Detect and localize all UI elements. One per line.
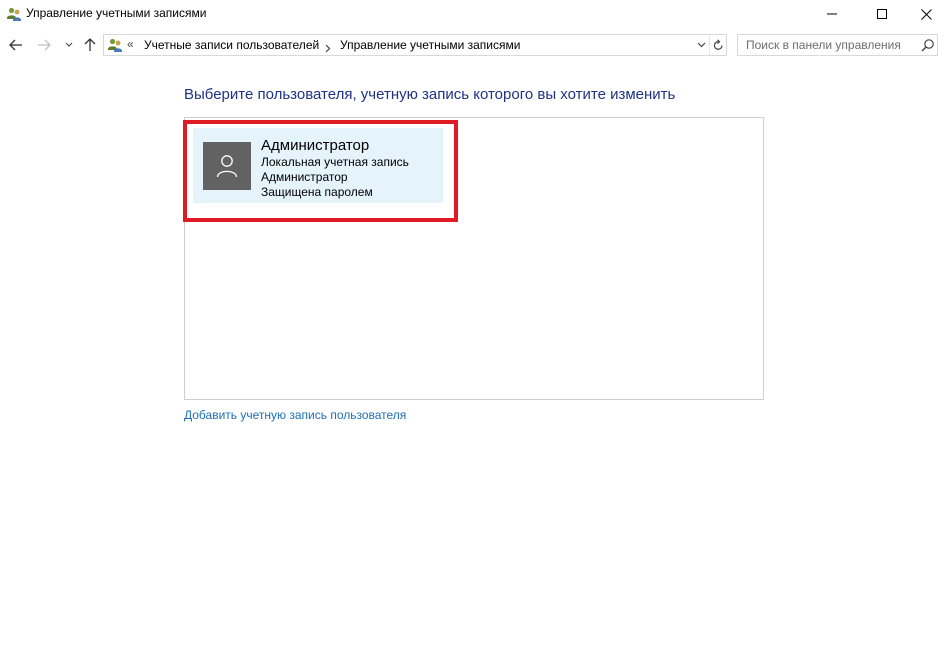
maximize-button[interactable]: [859, 0, 905, 28]
recent-locations-button[interactable]: [62, 35, 76, 55]
address-bar[interactable]: « Учетные записи пользователей Управлени…: [103, 34, 727, 56]
account-type: Локальная учетная запись: [261, 155, 409, 169]
refresh-button[interactable]: [709, 35, 726, 55]
chevron-down-icon: [65, 42, 73, 47]
search-box[interactable]: [737, 34, 938, 56]
search-icon[interactable]: [921, 38, 935, 52]
breadcrumb-manage-accounts[interactable]: Управление учетными записями: [340, 38, 520, 52]
page-heading: Выберите пользователя, учетную запись ко…: [184, 86, 676, 103]
account-role: Администратор: [261, 170, 348, 184]
search-input[interactable]: [738, 35, 918, 55]
refresh-icon: [713, 39, 723, 50]
address-dropdown-button[interactable]: [693, 35, 709, 55]
window-title: Управление учетными записями: [26, 6, 207, 20]
breadcrumb-user-accounts[interactable]: Учетные записи пользователей: [144, 38, 319, 52]
breadcrumb-overflow-button[interactable]: «: [127, 37, 134, 51]
account-tile-administrator[interactable]: Администратор Локальная учетная запись А…: [193, 128, 443, 203]
navigation-bar: « Учетные записи пользователей Управлени…: [0, 32, 949, 58]
control-panel-window: Управление учетными записями « Учетные з…: [0, 0, 949, 645]
forward-button[interactable]: [34, 35, 54, 55]
chevron-right-icon[interactable]: [325, 40, 331, 58]
back-button[interactable]: [6, 35, 26, 55]
arrow-right-icon: [38, 39, 51, 51]
title-bar: Управление учетными записями: [0, 0, 949, 28]
close-icon: [920, 8, 932, 20]
account-name: Администратор: [261, 137, 370, 154]
user-avatar-icon: [216, 155, 238, 178]
user-accounts-icon: [107, 37, 123, 53]
avatar: [203, 142, 251, 190]
arrow-left-icon: [9, 39, 22, 51]
chevron-down-icon: [697, 42, 705, 48]
minimize-icon: [827, 13, 837, 15]
close-button[interactable]: [903, 0, 949, 28]
add-user-account-link[interactable]: Добавить учетную запись пользователя: [184, 408, 406, 422]
account-status: Защищена паролем: [261, 185, 373, 199]
up-button[interactable]: [80, 35, 100, 55]
minimize-button[interactable]: [809, 0, 855, 28]
arrow-up-icon: [84, 38, 96, 51]
maximize-icon: [877, 9, 887, 19]
user-accounts-icon: [6, 6, 22, 22]
